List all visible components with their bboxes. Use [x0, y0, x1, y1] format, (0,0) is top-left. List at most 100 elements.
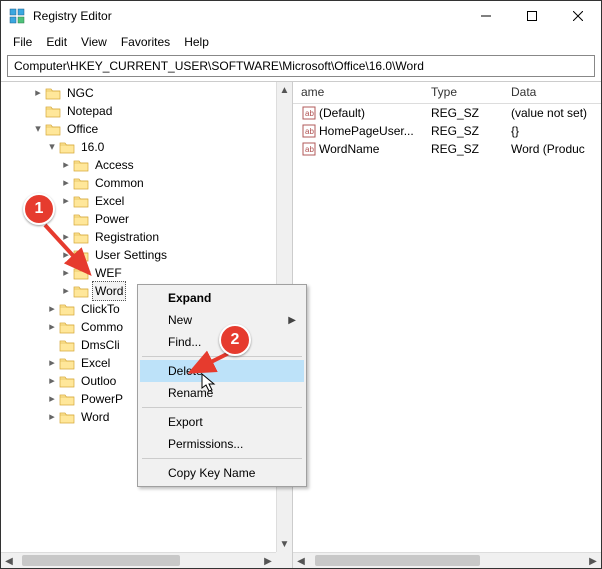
- annotation-badge-2: 2: [219, 324, 251, 356]
- menu-edit[interactable]: Edit: [40, 33, 73, 51]
- tree-node-label: Notepad: [64, 102, 115, 120]
- expand-twisty-icon[interactable]: ▸: [59, 156, 73, 174]
- tree-horizontal-scrollbar[interactable]: ◀ ▶: [1, 552, 276, 568]
- expand-twisty-icon[interactable]: ▸: [45, 372, 59, 390]
- window-buttons: [463, 1, 601, 31]
- string-value-icon: ab: [301, 124, 317, 138]
- tree-node-label: Excel: [92, 192, 127, 210]
- value-type: REG_SZ: [423, 106, 503, 120]
- tree-node-label: Office: [64, 120, 101, 138]
- expand-twisty-icon[interactable]: ▸: [59, 174, 73, 192]
- tree-node-label: PowerP: [78, 390, 126, 408]
- column-name[interactable]: ame: [293, 82, 423, 103]
- address-bar[interactable]: Computer\HKEY_CURRENT_USER\SOFTWARE\Micr…: [7, 55, 595, 77]
- value-data: Word (Produc: [503, 142, 601, 156]
- tree-node[interactable]: ▸ Common: [5, 174, 276, 192]
- ctx-export[interactable]: Export: [140, 411, 304, 433]
- tree-node-label: NGC: [64, 84, 97, 102]
- expand-twisty-icon[interactable]: ▾: [45, 138, 59, 156]
- tree-node[interactable]: ▾ Office: [5, 120, 276, 138]
- expand-twisty-icon[interactable]: ▸: [59, 192, 73, 210]
- maximize-button[interactable]: [509, 1, 555, 31]
- column-data[interactable]: Data: [503, 82, 601, 103]
- folder-icon: [59, 338, 75, 352]
- tree-node-label: 16.0: [78, 138, 107, 156]
- menu-file[interactable]: File: [7, 33, 38, 51]
- ctx-new-label: New: [168, 313, 192, 327]
- scroll-thumb[interactable]: [22, 555, 180, 566]
- expand-twisty-icon[interactable]: ▸: [45, 354, 59, 372]
- ctx-new[interactable]: New ▶: [140, 309, 304, 331]
- menubar: File Edit View Favorites Help: [1, 31, 601, 53]
- value-name: (Default): [319, 106, 365, 120]
- folder-icon: [73, 176, 89, 190]
- expand-twisty-icon[interactable]: ▸: [45, 408, 59, 426]
- expand-twisty-icon[interactable]: ▸: [45, 300, 59, 318]
- tree-node[interactable]: Notepad: [5, 102, 276, 120]
- menu-view[interactable]: View: [75, 33, 113, 51]
- tree-node[interactable]: ▾ 16.0: [5, 138, 276, 156]
- scroll-up-icon[interactable]: ▲: [277, 82, 292, 98]
- values-horizontal-scrollbar[interactable]: ◀ ▶: [293, 552, 601, 568]
- value-data: {}: [503, 124, 601, 138]
- scroll-right-icon[interactable]: ▶: [585, 553, 601, 569]
- expand-twisty-icon[interactable]: ▸: [45, 390, 59, 408]
- ctx-expand[interactable]: Expand: [140, 287, 304, 309]
- values-pane: ame Type Data ab(Default)REG_SZ(value no…: [293, 82, 601, 568]
- expand-twisty-icon[interactable]: ▾: [31, 120, 45, 138]
- value-row[interactable]: ab WordName REG_SZWord (Produc: [293, 140, 601, 158]
- minimize-button[interactable]: [463, 1, 509, 31]
- tree-node-label: ClickTo: [78, 300, 123, 318]
- separator: [142, 458, 302, 459]
- tree-node-label: Access: [92, 156, 137, 174]
- expand-twisty-icon[interactable]: ▸: [31, 84, 45, 102]
- titlebar: Registry Editor: [1, 1, 601, 31]
- value-type: REG_SZ: [423, 142, 503, 156]
- tree-node-label: Outloo: [78, 372, 119, 390]
- scroll-down-icon[interactable]: ▼: [277, 536, 292, 552]
- tree-node[interactable]: ▸ NGC: [5, 84, 276, 102]
- tree-node-label: DmsCli: [78, 336, 123, 354]
- scroll-left-icon[interactable]: ◀: [1, 553, 17, 568]
- folder-icon: [59, 302, 75, 316]
- string-value-icon: ab: [301, 106, 317, 120]
- annotation-arrow-1: [39, 219, 109, 289]
- tree-node[interactable]: ▸ Access: [5, 156, 276, 174]
- separator: [142, 407, 302, 408]
- scroll-left-icon[interactable]: ◀: [293, 553, 309, 569]
- folder-icon: [59, 140, 75, 154]
- close-button[interactable]: [555, 1, 601, 31]
- scroll-right-icon[interactable]: ▶: [260, 553, 276, 568]
- tree-node-label: Commo: [78, 318, 126, 336]
- menu-favorites[interactable]: Favorites: [115, 33, 176, 51]
- value-row[interactable]: ab (Default) REG_SZ(value not set): [293, 104, 601, 122]
- value-type: REG_SZ: [423, 124, 503, 138]
- menu-help[interactable]: Help: [178, 33, 215, 51]
- tree-node-label: Word: [78, 408, 112, 426]
- value-data: (value not set): [503, 106, 601, 120]
- value-name: WordName: [319, 142, 379, 156]
- folder-icon: [59, 356, 75, 370]
- column-type[interactable]: Type: [423, 82, 503, 103]
- folder-icon: [73, 194, 89, 208]
- string-value-icon: ab: [301, 142, 317, 156]
- svg-text:ab: ab: [305, 127, 314, 136]
- ctx-copy-key-name[interactable]: Copy Key Name: [140, 462, 304, 484]
- values-list[interactable]: ab(Default)REG_SZ(value not set)abHomePa…: [293, 104, 601, 158]
- folder-icon: [73, 158, 89, 172]
- value-row[interactable]: abHomePageUser...REG_SZ{}: [293, 122, 601, 140]
- folder-icon: [59, 320, 75, 334]
- ctx-permissions[interactable]: Permissions...: [140, 433, 304, 455]
- annotation-badge-1: 1: [23, 193, 55, 225]
- values-header: ame Type Data: [293, 82, 601, 104]
- folder-icon: [59, 374, 75, 388]
- svg-text:ab: ab: [305, 145, 314, 154]
- registry-editor-window: Registry Editor File Edit View Favorites…: [0, 0, 602, 569]
- regedit-icon: [9, 8, 25, 24]
- scroll-thumb[interactable]: [315, 555, 481, 566]
- expand-twisty-icon[interactable]: ▸: [45, 318, 59, 336]
- tree-node-label: Common: [92, 174, 147, 192]
- svg-text:ab: ab: [305, 109, 314, 118]
- submenu-arrow-icon: ▶: [288, 315, 296, 326]
- folder-icon: [59, 410, 75, 424]
